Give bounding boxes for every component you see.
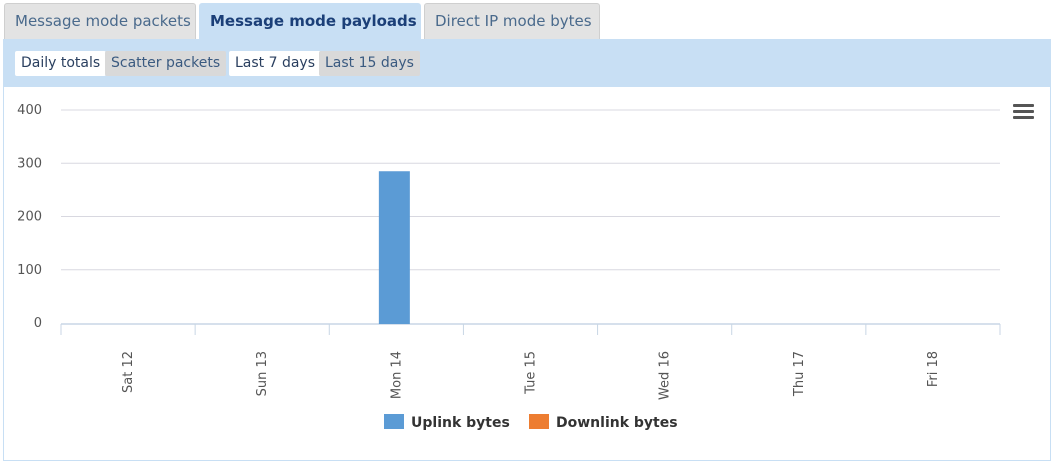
legend-swatch (384, 414, 404, 429)
last-7-days-button[interactable]: Last 7 days (229, 51, 322, 76)
y-tick-label: 0 (34, 316, 42, 331)
chart-toolbar: Daily totals Scatter packets Last 7 days… (4, 40, 1050, 87)
tab-message-mode-packets[interactable]: Message mode packets (4, 3, 196, 40)
tab-bar: Message mode packets Message mode payloa… (0, 0, 1054, 40)
bar-chart: 0 100 200 300 400 Sat 12 Sun 13 Mon 14 Tue 15 Wed… (17, 103, 1001, 431)
y-tick-label: 100 (17, 263, 42, 278)
tab-message-mode-payloads[interactable]: Message mode payloads (199, 3, 421, 40)
x-tick-label: Sat 12 (121, 351, 136, 393)
y-tick-label: 200 (17, 210, 42, 225)
x-tick-label: Mon 14 (389, 351, 404, 399)
last-15-days-button[interactable]: Last 15 days (319, 51, 420, 76)
x-tick-label: Thu 17 (792, 351, 807, 397)
x-tick-label: Wed 16 (658, 351, 673, 400)
legend-swatch (529, 414, 549, 429)
y-tick-label: 400 (17, 103, 42, 118)
legend-label: Downlink bytes (556, 415, 678, 431)
y-tick-label: 300 (17, 156, 42, 171)
hamburger-menu-icon[interactable] (1013, 104, 1035, 122)
bar-uplink-bytes (378, 171, 410, 324)
scatter-packets-button[interactable]: Scatter packets (105, 51, 227, 76)
daily-totals-button[interactable]: Daily totals (15, 51, 107, 76)
legend-label: Uplink bytes (411, 415, 510, 431)
x-tick-label: Tue 15 (524, 351, 539, 395)
tab-direct-ip-mode-bytes[interactable]: Direct IP mode bytes (424, 3, 600, 40)
x-tick-label: Fri 18 (926, 351, 941, 387)
x-tick-label: Sun 13 (255, 351, 270, 396)
